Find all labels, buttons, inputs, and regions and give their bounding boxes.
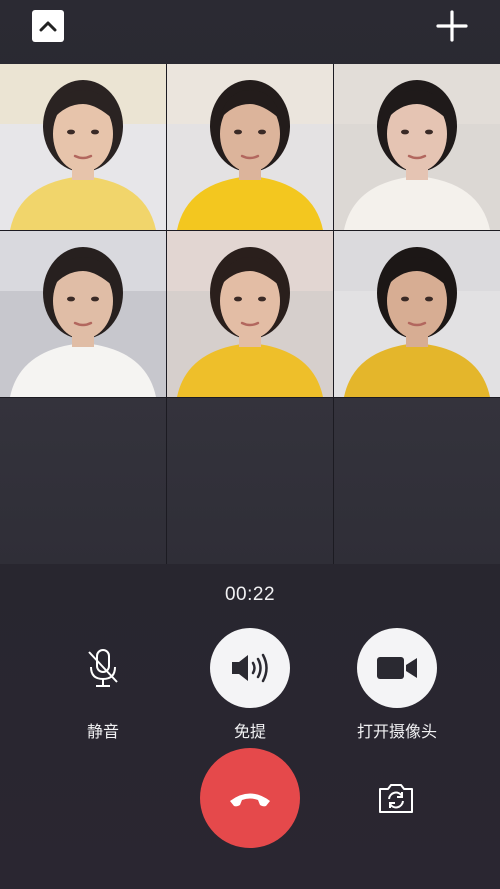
participant-4-video — [0, 231, 166, 397]
right-eye — [425, 129, 433, 135]
add-participant-button[interactable] — [436, 10, 468, 42]
flip-camera-button[interactable] — [376, 780, 416, 816]
right-eye — [91, 296, 99, 302]
empty-tile — [0, 398, 166, 564]
video-tile[interactable] — [334, 64, 500, 230]
left-eye — [401, 296, 409, 302]
video-tile[interactable] — [0, 231, 166, 397]
speaker-button[interactable] — [210, 628, 290, 708]
video-tile[interactable] — [167, 64, 333, 230]
mute-control[interactable]: 静音 — [63, 628, 143, 741]
hangup-button[interactable] — [200, 748, 300, 848]
video-tile[interactable] — [0, 64, 166, 230]
right-eye — [258, 129, 266, 135]
video-tile[interactable] — [167, 231, 333, 397]
empty-tile — [167, 398, 333, 564]
participant-2-video — [167, 64, 333, 230]
speaker-icon — [232, 653, 268, 683]
speaker-label: 免提 — [233, 722, 266, 741]
left-eye — [401, 129, 409, 135]
right-eye — [258, 296, 266, 302]
chevron-up-icon — [39, 21, 57, 32]
video-grid — [0, 64, 500, 564]
camera-button[interactable] — [357, 628, 437, 708]
collapse-button[interactable] — [32, 10, 64, 42]
microphone-off-icon — [88, 649, 118, 687]
right-eye — [91, 129, 99, 135]
left-eye — [234, 129, 242, 135]
video-camera-icon — [377, 657, 417, 679]
left-eye — [234, 296, 242, 302]
video-tile[interactable] — [334, 231, 500, 397]
mute-label: 静音 — [86, 722, 119, 741]
top-bar — [0, 0, 500, 64]
camera-control[interactable]: 打开摄像头 — [346, 628, 448, 741]
camera-flip-icon — [379, 784, 413, 813]
camera-label: 打开摄像头 — [356, 722, 437, 741]
speaker-control[interactable]: 免提 — [210, 628, 290, 741]
mute-button[interactable] — [63, 628, 143, 708]
left-eye — [67, 296, 75, 302]
empty-tile — [334, 398, 500, 564]
participant-3-video — [334, 64, 500, 230]
participant-1-video — [0, 64, 166, 230]
left-eye — [67, 129, 75, 135]
call-timer: 00:22 — [224, 584, 276, 605]
plus-icon — [436, 10, 468, 42]
phone-hangup-icon — [230, 793, 270, 807]
participant-6-video — [334, 231, 500, 397]
right-eye — [425, 296, 433, 302]
participant-5-video — [167, 231, 333, 397]
